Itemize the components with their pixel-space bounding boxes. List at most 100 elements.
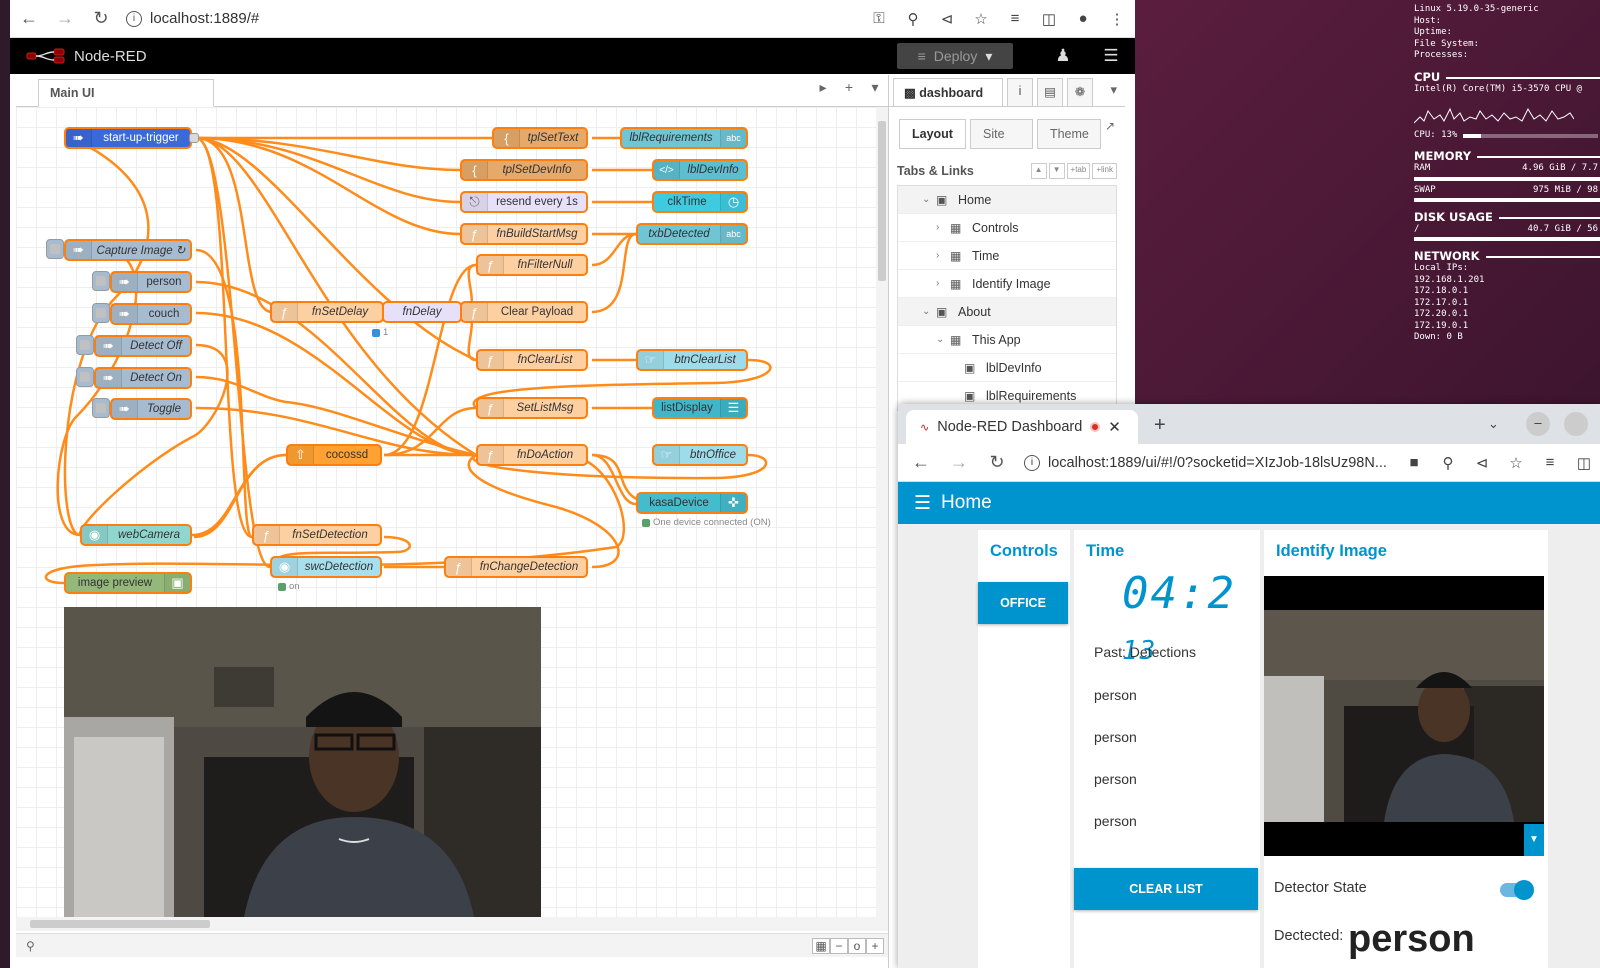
- lblDevInfo-node[interactable]: </> lblDevInfo: [652, 159, 748, 181]
- hamburger-menu-icon[interactable]: ☰: [914, 492, 931, 515]
- share-icon[interactable]: ⊲: [937, 10, 957, 28]
- tree-item-controls[interactable]: › ▦ Controls: [898, 214, 1116, 242]
- fnDelay-node[interactable]: fnDelay: [382, 301, 462, 323]
- tree-item-home[interactable]: ⌄ ▣ Home: [898, 186, 1116, 214]
- listDisplay-node[interactable]: listDisplay ☰: [652, 397, 748, 419]
- tree-item-about[interactable]: ⌄ ▣ About: [898, 298, 1116, 326]
- fnChangeDetection-node[interactable]: ƒ fnChangeDetection: [444, 556, 588, 578]
- tree-item-time[interactable]: › ▦ Time: [898, 242, 1116, 270]
- zoom-icon[interactable]: ⚲: [1438, 454, 1458, 472]
- zoom-out-button[interactable]: −: [830, 937, 848, 954]
- tab-debug[interactable]: ❁: [1067, 78, 1093, 106]
- canvas-vertical-scrollbar[interactable]: [876, 107, 888, 917]
- add-tab-button[interactable]: +tab: [1066, 163, 1091, 179]
- clear-list-button[interactable]: CLEAR LIST: [1074, 868, 1258, 910]
- address-bar[interactable]: i localhost:1889/ui/#!/0?socketid=XIzJob…: [1024, 454, 1388, 471]
- bookmark-star-icon[interactable]: ☆: [971, 10, 991, 28]
- toggle-inject-node[interactable]: ➠ Toggle: [110, 398, 192, 420]
- forward-button[interactable]: →: [948, 452, 970, 473]
- external-link-icon[interactable]: ↗: [1105, 119, 1115, 149]
- site-info-icon[interactable]: i: [1024, 454, 1040, 471]
- move-up-button[interactable]: ▲: [1030, 163, 1047, 179]
- chevron-down-icon[interactable]: ⌄: [922, 306, 936, 317]
- chevron-right-icon[interactable]: ›: [936, 222, 950, 233]
- new-tab-icon[interactable]: +: [1154, 414, 1166, 437]
- inject-button[interactable]: [46, 239, 64, 259]
- reload-button[interactable]: ↻: [90, 8, 112, 29]
- address-bar[interactable]: i localhost:1889/#: [126, 10, 855, 27]
- deploy-button[interactable]: ≡ Deploy ▾: [897, 43, 1013, 69]
- profile-avatar[interactable]: ●: [1073, 10, 1093, 27]
- inject-button[interactable]: [76, 335, 94, 355]
- start-up-trigger-node[interactable]: ➠ start-up-trigger: [64, 127, 192, 149]
- flow-tab-main-ui[interactable]: Main UI: [38, 79, 214, 107]
- tree-item-this-app[interactable]: ⌄ ▦ This App: [898, 326, 1116, 354]
- inject-button[interactable]: [76, 367, 94, 387]
- maximize-icon[interactable]: [1564, 412, 1588, 436]
- tab-dashboard[interactable]: ▩ dashboard: [893, 78, 1003, 106]
- tab-info[interactable]: i: [1007, 78, 1033, 106]
- browser-tab-dashboard[interactable]: ∿ Node-RED Dashboard ✕: [906, 410, 1138, 444]
- camera-icon[interactable]: ■: [1404, 454, 1424, 471]
- tab-search-icon[interactable]: ⌄: [1488, 416, 1499, 432]
- subtab-theme[interactable]: Theme: [1036, 119, 1101, 149]
- back-button[interactable]: ←: [18, 8, 40, 29]
- share-icon[interactable]: ⊲: [1472, 454, 1492, 472]
- swcDetection-node[interactable]: ◉ swcDetection: [270, 556, 382, 578]
- search-icon[interactable]: ⚲: [26, 939, 35, 953]
- webCamera-node[interactable]: ◉ webCamera: [80, 524, 192, 546]
- clkTime-node[interactable]: clkTime ◷: [652, 191, 748, 213]
- btnOffice-node[interactable]: ☞ btnOffice: [652, 444, 748, 466]
- flow-list-icon[interactable]: ▾: [862, 79, 888, 96]
- minimize-icon[interactable]: –: [1526, 412, 1550, 436]
- hamburger-menu-icon[interactable]: ☰: [1087, 46, 1135, 66]
- side-panel-icon[interactable]: ◫: [1039, 10, 1059, 28]
- resend-trigger-node[interactable]: ⎋ resend every 1s: [460, 191, 588, 213]
- reload-button[interactable]: ↻: [986, 452, 1008, 473]
- close-tab-icon[interactable]: ✕: [1108, 418, 1121, 436]
- browser-menu-icon[interactable]: ⋮: [1107, 10, 1127, 28]
- site-info-icon[interactable]: i: [126, 10, 142, 27]
- fnBuildStartMsg-node[interactable]: ƒ fnBuildStartMsg: [460, 223, 588, 245]
- image-dropdown-button[interactable]: ▼: [1524, 824, 1544, 856]
- office-button[interactable]: OFFICE: [978, 582, 1068, 624]
- move-down-button[interactable]: ▼: [1048, 163, 1065, 179]
- btnClearList-node[interactable]: ☞ btnClearList: [636, 349, 748, 371]
- tab-help[interactable]: ▤: [1037, 78, 1063, 106]
- capture-image-node[interactable]: ➠ Capture Image ↻: [64, 239, 192, 261]
- tree-item-lbldevinfo[interactable]: ▣ lblDevInfo: [898, 354, 1116, 382]
- tplSetText-node[interactable]: { tplSetText: [492, 127, 588, 149]
- zoom-reset-button[interactable]: o: [848, 937, 866, 954]
- tplSetDevInfo-node[interactable]: { tplSetDevInfo: [460, 159, 588, 181]
- lblRequirements-node[interactable]: lblRequirements abc: [620, 127, 748, 149]
- back-button[interactable]: ←: [910, 452, 932, 473]
- user-icon[interactable]: ♟: [1039, 46, 1087, 66]
- subtab-site[interactable]: Site: [969, 119, 1033, 149]
- tree-item-identify-image[interactable]: › ▦ Identify Image: [898, 270, 1116, 298]
- inject-button[interactable]: [92, 271, 110, 291]
- clear-payload-node[interactable]: ƒ Clear Payload: [460, 301, 588, 323]
- output-port[interactable]: [189, 133, 199, 143]
- chevron-down-icon[interactable]: ▾: [985, 48, 992, 65]
- inject-button[interactable]: [92, 303, 110, 323]
- image-preview-node[interactable]: image preview ▣: [64, 572, 192, 594]
- fnSetDetection-node[interactable]: ƒ fnSetDetection: [252, 524, 382, 546]
- fnDoAction-node[interactable]: ƒ fnDoAction: [476, 444, 588, 466]
- cocossd-node[interactable]: ⇧ cocossd: [286, 444, 382, 466]
- reading-list-icon[interactable]: ≡: [1540, 454, 1560, 471]
- detect-on-node[interactable]: ➠ Detect On: [94, 367, 192, 389]
- side-panel-icon[interactable]: ◫: [1574, 454, 1594, 472]
- forward-button[interactable]: →: [54, 8, 76, 29]
- chevron-down-icon[interactable]: ▾: [1110, 82, 1117, 98]
- subtab-layout[interactable]: Layout: [899, 119, 966, 149]
- add-link-button[interactable]: +link: [1092, 163, 1117, 179]
- scroll-thumb[interactable]: [878, 121, 886, 281]
- scroll-tabs-icon[interactable]: ▸: [810, 79, 836, 96]
- setListMsg-node[interactable]: ƒ SetListMsg: [476, 397, 588, 419]
- person-inject-node[interactable]: ➠ person: [110, 271, 192, 293]
- add-flow-icon[interactable]: +: [836, 79, 862, 96]
- detector-state-switch[interactable]: [1500, 880, 1534, 900]
- couch-inject-node[interactable]: ➠ couch: [110, 303, 192, 325]
- key-icon[interactable]: ⚿: [869, 10, 889, 27]
- fnFilterNull-node[interactable]: ƒ fnFilterNull: [476, 254, 588, 276]
